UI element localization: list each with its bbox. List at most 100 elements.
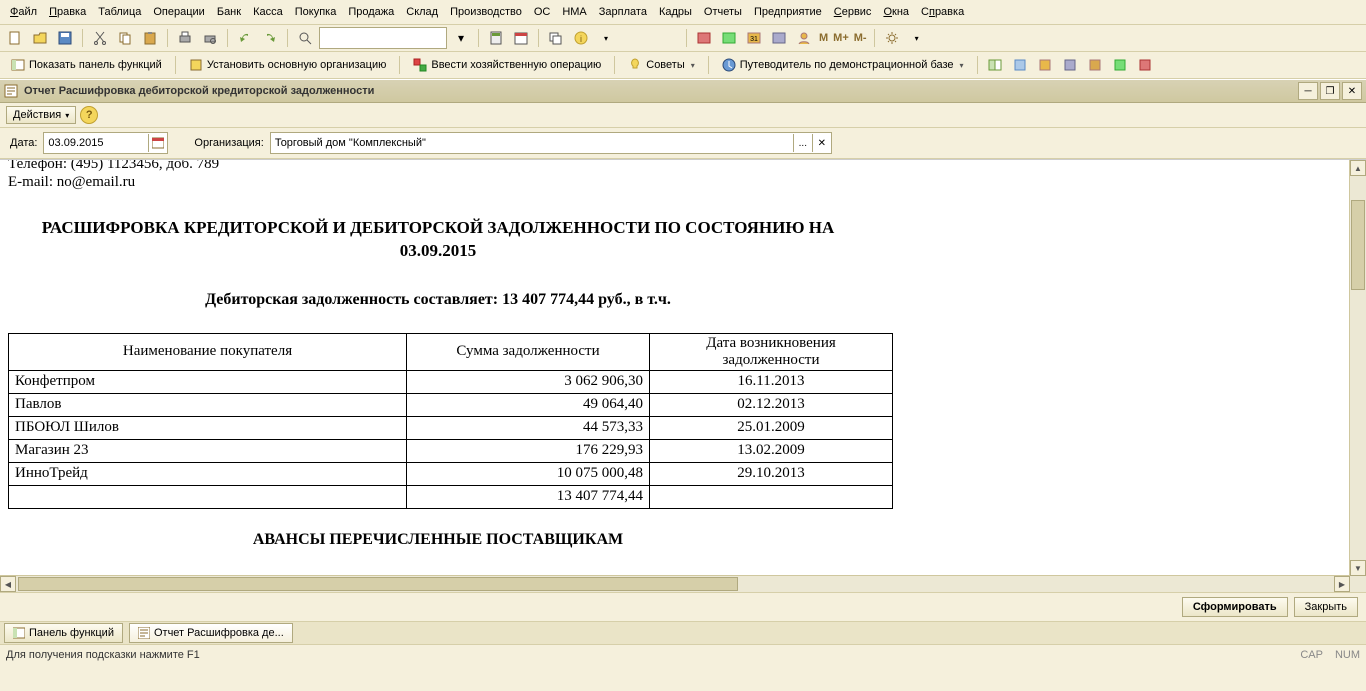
show-panel-button[interactable]: Показать панель функций: [4, 54, 169, 76]
module3-icon[interactable]: 31: [743, 27, 765, 49]
org-select-button[interactable]: ...: [793, 134, 812, 152]
set-org-button[interactable]: Установить основную организацию: [182, 54, 394, 76]
print-preview-icon[interactable]: [199, 27, 221, 49]
minimize-button[interactable]: ─: [1298, 82, 1318, 100]
scroll-thumb[interactable]: [1351, 200, 1365, 290]
settings-dd-icon[interactable]: ▾: [906, 27, 928, 49]
calc-icon[interactable]: [485, 27, 507, 49]
help-icon[interactable]: ?: [80, 106, 98, 124]
generate-button[interactable]: Сформировать: [1182, 597, 1288, 617]
chevron-down-icon: ▾: [65, 111, 69, 120]
date-input[interactable]: [44, 134, 148, 152]
search-dd-icon[interactable]: ▾: [450, 27, 472, 49]
menu-item-3[interactable]: Операции: [147, 4, 210, 20]
actions-button[interactable]: Действия ▾: [6, 106, 76, 124]
module4-icon[interactable]: [768, 27, 790, 49]
open-folder-icon[interactable]: [29, 27, 51, 49]
scroll-right-icon[interactable]: ▶: [1334, 576, 1350, 592]
phone-line: Телефон: (495) 1123456, доб. 789: [8, 160, 1342, 173]
new-doc-icon[interactable]: [4, 27, 26, 49]
menu-item-7[interactable]: Продажа: [342, 4, 400, 20]
calendar-picker-icon[interactable]: [148, 134, 167, 152]
menu-item-17[interactable]: Окна: [877, 4, 915, 20]
menu-item-2[interactable]: Таблица: [92, 4, 147, 20]
dropdown-icon[interactable]: ▾: [595, 27, 617, 49]
menu-item-18[interactable]: Справка: [915, 4, 970, 20]
tool7-icon[interactable]: [1034, 54, 1056, 76]
m-label[interactable]: M: [818, 32, 829, 44]
menu-item-0[interactable]: Файл: [4, 4, 43, 20]
save-icon[interactable]: [54, 27, 76, 49]
calendar-icon[interactable]: [510, 27, 532, 49]
cut-icon[interactable]: [89, 27, 111, 49]
close-button[interactable]: Закрыть: [1294, 597, 1358, 617]
module1-icon[interactable]: [693, 27, 715, 49]
document-viewport: Телефон: (495) 1123456, доб. 789 E-mail:…: [0, 160, 1350, 576]
taskbar: Панель функций Отчет Расшифровка де...: [0, 621, 1366, 644]
m-plus-label[interactable]: M+: [832, 32, 850, 44]
menu-item-6[interactable]: Покупка: [289, 4, 343, 20]
menu-item-8[interactable]: Склад: [400, 4, 444, 20]
tool10-icon[interactable]: [1109, 54, 1131, 76]
redo-icon[interactable]: [259, 27, 281, 49]
table-total-row: 13 407 774,44: [9, 485, 893, 508]
taskbar-report-item[interactable]: Отчет Расшифровка де...: [129, 623, 293, 643]
menu-item-12[interactable]: Зарплата: [593, 4, 653, 20]
info-icon[interactable]: i: [570, 27, 592, 49]
menu-item-15[interactable]: Предприятие: [748, 4, 828, 20]
horizontal-scrollbar[interactable]: ◀ ▶: [0, 575, 1350, 592]
scroll-left-icon[interactable]: ◀: [0, 576, 16, 592]
tool9-icon[interactable]: [1084, 54, 1106, 76]
actions-label: Действия: [13, 109, 61, 121]
tips-button[interactable]: Советы ▾: [621, 54, 702, 76]
settings-icon[interactable]: [881, 27, 903, 49]
menu-item-16[interactable]: Сервис: [828, 4, 878, 20]
menu-item-10[interactable]: ОС: [528, 4, 557, 20]
zoom-icon[interactable]: [294, 27, 316, 49]
vertical-scrollbar[interactable]: ▲ ▼: [1349, 160, 1366, 576]
menu-item-9[interactable]: Производство: [444, 4, 528, 20]
paste-icon[interactable]: [139, 27, 161, 49]
menu-item-4[interactable]: Банк: [211, 4, 247, 20]
print-icon[interactable]: [174, 27, 196, 49]
scroll-up-icon[interactable]: ▲: [1350, 160, 1366, 176]
menu-item-13[interactable]: Кадры: [653, 4, 698, 20]
m-minus-label[interactable]: M-: [853, 32, 868, 44]
menu-item-5[interactable]: Касса: [247, 4, 289, 20]
windows-icon[interactable]: [545, 27, 567, 49]
table-row: Конфетпром3 062 906,3016.11.2013: [9, 370, 893, 393]
cell-name: ПБОЮЛ Шилов: [9, 416, 407, 439]
tool5-icon[interactable]: [984, 54, 1006, 76]
taskbar-panel-item[interactable]: Панель функций: [4, 623, 123, 643]
menu-item-1[interactable]: Правка: [43, 4, 92, 20]
enter-op-button[interactable]: Ввести хозяйственную операцию: [406, 54, 608, 76]
menu-item-14[interactable]: Отчеты: [698, 4, 748, 20]
scroll-down-icon[interactable]: ▼: [1350, 560, 1366, 576]
org-clear-button[interactable]: ✕: [812, 134, 831, 152]
undo-icon[interactable]: [234, 27, 256, 49]
col-header-date: Дата возникновения задолженности: [650, 333, 893, 370]
org-input-group: ... ✕: [270, 132, 832, 154]
separator: [874, 29, 875, 47]
restore-button[interactable]: ❐: [1320, 82, 1340, 100]
document-area: Телефон: (495) 1123456, доб. 789 E-mail:…: [0, 159, 1366, 592]
document-content: Телефон: (495) 1123456, доб. 789 E-mail:…: [8, 160, 1342, 549]
cell-date: 02.12.2013: [650, 393, 893, 416]
copy-icon[interactable]: [114, 27, 136, 49]
close-window-button[interactable]: ✕: [1342, 82, 1362, 100]
cell-date: [650, 485, 893, 508]
tool8-icon[interactable]: [1059, 54, 1081, 76]
tips-label: Советы: [646, 59, 684, 71]
module2-icon[interactable]: [718, 27, 740, 49]
separator: [82, 29, 83, 47]
search-input[interactable]: [319, 27, 447, 49]
user-icon[interactable]: [793, 27, 815, 49]
tool6-icon[interactable]: [1009, 54, 1031, 76]
menu-item-11[interactable]: НМА: [556, 4, 592, 20]
separator: [167, 29, 168, 47]
guide-button[interactable]: Путеводитель по демонстрационной базе ▾: [715, 54, 971, 76]
tool11-icon[interactable]: [1134, 54, 1156, 76]
status-cap: CAP: [1300, 649, 1323, 661]
scroll-thumb-h[interactable]: [18, 577, 738, 591]
org-input[interactable]: [271, 134, 793, 152]
